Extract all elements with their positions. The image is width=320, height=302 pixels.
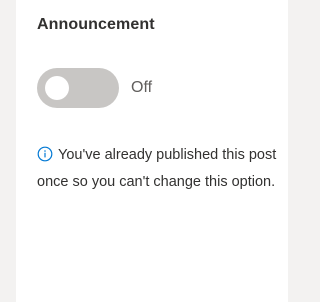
info-notice-text: You've already published this post once … xyxy=(37,147,277,190)
toggle-knob xyxy=(45,76,69,100)
announcement-toggle-row: Off xyxy=(37,68,152,108)
section-title: Announcement xyxy=(37,16,155,33)
announcement-toggle[interactable] xyxy=(37,68,119,108)
announcement-panel: Announcement Off You've already publishe… xyxy=(16,0,288,302)
info-icon xyxy=(37,146,53,162)
info-notice: You've already published this post once … xyxy=(37,142,277,195)
toggle-state-label: Off xyxy=(131,79,153,96)
